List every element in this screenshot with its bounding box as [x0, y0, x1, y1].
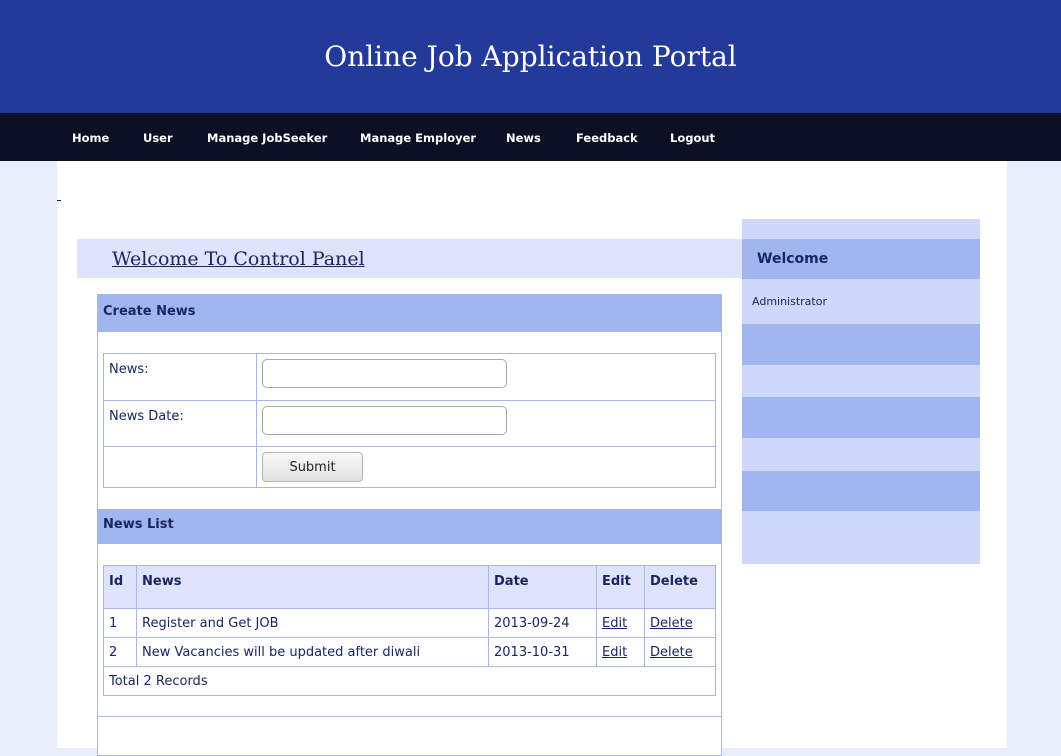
create-news-form: News: News Date: Submit — [103, 353, 716, 488]
sidebar-welcome-title: Welcome — [757, 251, 829, 267]
site-title: Online Job Application Portal — [324, 40, 737, 73]
row-id: 2 — [103, 637, 137, 667]
edit-link[interactable]: Edit — [602, 645, 627, 660]
create-news-title: Create News — [103, 304, 196, 319]
news-list-table: Id News Date Edit Delete 1 Register and … — [103, 565, 716, 696]
main-nav: Home User Manage JobSeeker Manage Employ… — [0, 113, 1061, 161]
row-date: 2013-09-24 — [488, 608, 597, 638]
sidebar-welcome-header: Welcome — [742, 239, 980, 279]
news-list-header: News List — [98, 509, 721, 544]
sidebar-band — [742, 471, 980, 511]
sidebar-top-band — [742, 219, 980, 239]
sidebar-band — [742, 397, 980, 438]
sidebar-band — [742, 365, 980, 397]
panel-divider — [98, 716, 721, 717]
col-date-header: Date — [488, 565, 597, 609]
news-date-label: News Date: — [103, 400, 257, 447]
sidebar-username: Administrator — [752, 295, 827, 308]
nav-home[interactable]: Home — [72, 130, 109, 146]
col-edit-header: Edit — [596, 565, 645, 609]
table-row: 1 Register and Get JOB 2013-09-24 Edit D… — [103, 608, 716, 638]
news-label: News: — [103, 353, 257, 401]
row-news: New Vacancies will be updated after diwa… — [136, 637, 489, 667]
row-id: 1 — [103, 608, 137, 638]
col-delete-header: Delete — [644, 565, 716, 609]
welcome-title[interactable]: Welcome To Control Panel — [112, 247, 365, 271]
row-news: Register and Get JOB — [136, 608, 489, 638]
nav-feedback[interactable]: Feedback — [576, 130, 638, 146]
sidebar-band — [742, 324, 980, 365]
edit-link[interactable]: Edit — [602, 616, 627, 631]
col-id-header: Id — [103, 565, 137, 609]
nav-logout[interactable]: Logout — [670, 130, 715, 146]
news-date-input[interactable] — [262, 406, 507, 435]
site-header: Online Job Application Portal — [0, 0, 1061, 113]
submit-button[interactable]: Submit — [262, 452, 363, 482]
nav-manage-employer[interactable]: Manage Employer — [360, 130, 476, 146]
sidebar-band — [742, 438, 980, 471]
nav-manage-jobseeker[interactable]: Manage JobSeeker — [207, 130, 327, 146]
nav-user[interactable]: User — [143, 130, 173, 146]
table-row: 2 New Vacancies will be updated after di… — [103, 637, 716, 667]
nav-news[interactable]: News — [506, 130, 541, 146]
col-news-header: News — [136, 565, 489, 609]
news-input[interactable] — [262, 359, 507, 388]
row-date: 2013-10-31 — [488, 637, 597, 667]
sidebar-band — [742, 511, 980, 564]
empty-cell — [103, 446, 257, 488]
empty-link[interactable] — [57, 196, 61, 201]
create-news-header: Create News — [98, 295, 721, 332]
total-records: Total 2 Records — [103, 666, 716, 696]
news-list-title: News List — [103, 517, 174, 532]
delete-link[interactable]: Delete — [650, 616, 693, 631]
sidebar-user-row: Administrator — [742, 279, 980, 324]
delete-link[interactable]: Delete — [650, 645, 693, 660]
